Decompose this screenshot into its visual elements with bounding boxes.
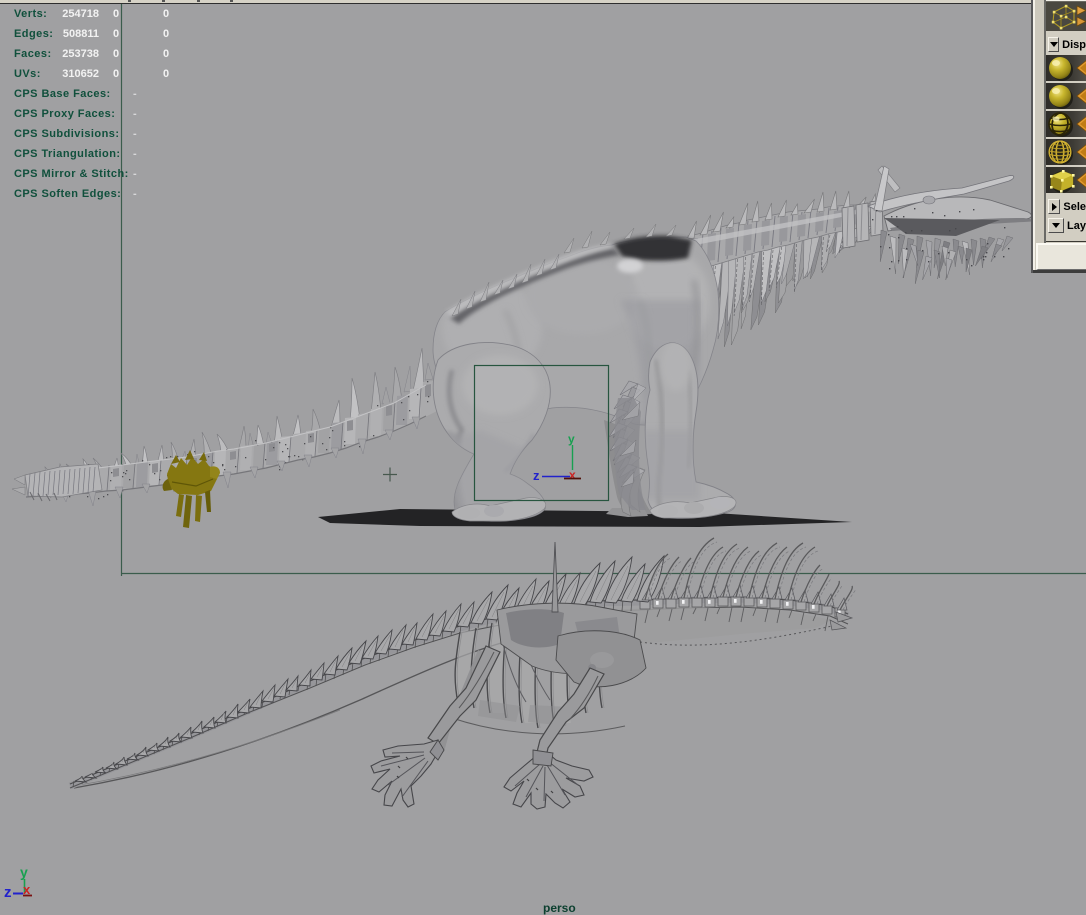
svg-text:y: y: [568, 432, 575, 446]
svg-text:z: z: [4, 884, 12, 901]
svg-text:z: z: [533, 468, 540, 483]
svg-text:x: x: [569, 468, 576, 482]
svg-text:y: y: [20, 864, 28, 880]
